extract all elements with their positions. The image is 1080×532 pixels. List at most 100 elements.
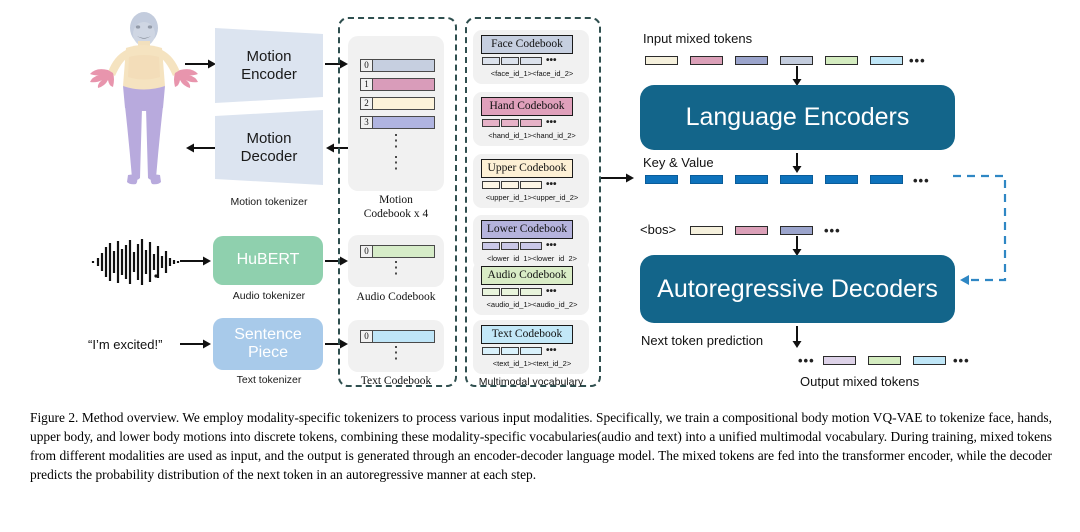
multimodal-vocabulary-caption: Multimodal vocabulary [478,376,584,388]
arrow-text-to-sentencepiece [180,339,211,349]
input-token-chip [870,56,903,65]
codebook-bar [373,97,435,110]
input-tokens-ellipsis: ••• [909,53,926,68]
codebook-index: 1 [360,78,373,91]
arrow-decoder-to-output [792,326,802,348]
motion-codebook-entry: 2 [360,97,435,110]
vocab-text-card: Text Codebook ••• <text_id_1><text_id_2> [473,320,589,374]
input-token-chip [690,56,723,65]
vocab-audio-ids: <audio_id_1><audio_id_2> [486,300,578,309]
vocab-hand-ids: <hand_id_1><hand_id_2> [488,131,576,140]
vocab-text-segments: ••• [482,345,557,356]
motion-encoder-label-line2: Encoder [241,65,297,83]
codebook-bar [373,330,435,343]
vocab-text-title: Text Codebook [481,325,573,344]
vocab-segment [501,181,519,189]
motion-codebook-ellipsis: ⋮ [387,131,405,150]
motion-codebook-card: 0 1 2 3 ⋮ ⋮ [348,36,444,191]
output-mixed-tokens-label: Output mixed tokens [800,374,920,389]
codebook-index: 0 [360,245,373,258]
output-tokens-ellipsis-right: ••• [953,353,970,368]
figure-caption-text: Figure 2. Method overview. We employ mod… [30,410,1052,483]
arrow-bos-to-decoder [792,236,802,256]
vocab-lower-title: Lower Codebook [481,220,573,239]
input-mixed-tokens-label: Input mixed tokens [643,31,753,46]
key-value-chip [825,175,858,184]
language-encoders-block: Language Encoders [640,85,955,150]
vocab-segment [482,181,500,189]
autoregressive-decoders-label: Autoregressive Decoders [657,274,938,303]
vocab-segment [501,119,519,127]
codebook-bar [373,59,435,72]
vocab-face-title: Face Codebook [481,35,573,54]
codebook-bar [373,245,435,258]
vocab-segment [482,288,500,296]
human-body-mesh [88,12,200,190]
vocab-segment [482,57,500,65]
text-tokenizer-caption: Text tokenizer [236,374,302,386]
figure-diagram: Motion Encoder Motion Decoder Motion tok… [0,0,1080,400]
hubert-block: HuBERT [213,236,323,285]
vocab-text-ids: <text_id_1><text_id_2> [492,359,572,368]
vocab-upper-ids: <upper_id_1><upper_id_2> [485,193,579,202]
autoregressive-decoders-block: Autoregressive Decoders [640,255,955,323]
key-value-chip [870,175,903,184]
vocab-segment [501,347,519,355]
vocab-audio-card: Audio Codebook ••• <audio_id_1><audio_id… [473,261,589,315]
bos-token-label: <bos> [640,222,677,237]
key-value-chip [645,175,678,184]
decoder-input-token-chip [690,226,723,235]
vocab-segment [501,242,519,250]
motion-decoder-label-line1: Motion [246,130,292,148]
input-token-chip [645,56,678,65]
vocab-hand-dots: ••• [546,117,557,128]
motion-codebook-caption-line2: Codebook x 4 [363,207,429,220]
arrow-encoder-to-kv [792,153,802,173]
codebook-index: 3 [360,116,373,129]
key-value-chip [780,175,813,184]
sentencepiece-label: Sentence Piece [234,326,302,363]
audio-codebook-caption: Audio Codebook [356,291,436,303]
vocab-audio-segments: ••• [482,286,557,297]
vocab-segment [482,242,500,250]
text-codebook-caption: Text Codebook [360,375,432,387]
vocab-lower-segments: ••• [482,241,557,251]
decoder-input-token-chip [780,226,813,235]
output-token-chip [823,356,856,365]
output-tokens-ellipsis-left: ••• [798,353,815,368]
vocab-segment [520,119,542,127]
motion-decoder-block: Motion Decoder [215,110,323,185]
key-value-chip [735,175,768,184]
vocab-text-dots: ••• [546,345,557,356]
cross-attention-dashed-connector [953,174,1007,285]
key-value-ellipsis: ••• [913,173,930,188]
text-codebook-ellipsis: ⋮ [387,343,405,362]
vocab-segment [501,57,519,65]
sentencepiece-label-line1: Sentence [234,325,302,343]
text-input-quote: “I’m excited!” [88,337,163,352]
figure-caption: Figure 2. Method overview. We employ mod… [30,408,1052,484]
decoder-input-ellipsis: ••• [824,223,841,238]
input-token-chip [825,56,858,65]
vocab-upper-segments: ••• [482,180,557,190]
codebook-index: 0 [360,330,373,343]
decoder-input-token-chip [735,226,768,235]
motion-encoder-label: Motion Encoder [241,48,297,83]
arrow-vocab-to-model [601,173,634,183]
motion-codebook-entry: 0 [360,59,435,72]
codebook-bar [373,78,435,91]
arrow-decoder-to-human [186,143,217,153]
vocab-segment [520,181,542,189]
vocab-upper-card: Upper Codebook ••• <upper_id_1><upper_id… [473,154,589,208]
vocab-segment [482,119,500,127]
vocab-upper-title: Upper Codebook [481,159,573,178]
vocab-segment [501,288,519,296]
language-encoders-label: Language Encoders [685,103,910,131]
vocab-segment [482,347,500,355]
motion-tokenizer-caption: Motion tokenizer [230,196,308,208]
audio-codebook-entry: 0 [360,245,435,258]
vocab-hand-title: Hand Codebook [481,97,573,116]
motion-encoder-label-line1: Motion [246,48,292,66]
vocab-face-segments: ••• [482,56,557,66]
vocab-audio-dots: ••• [546,286,557,297]
